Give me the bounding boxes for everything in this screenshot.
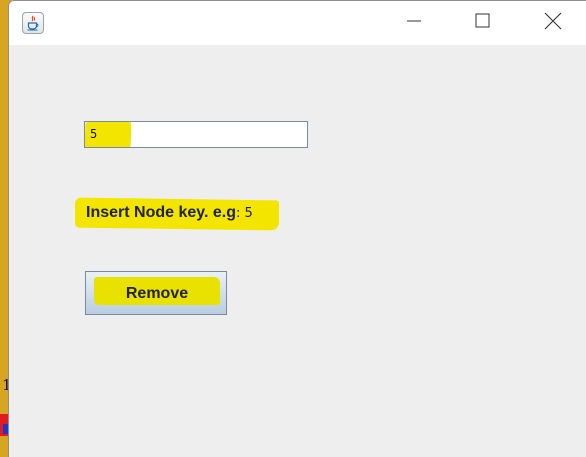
title-bar[interactable]	[9, 1, 586, 45]
instruction-label-container: Insert Node key. e.g: 5	[75, 196, 279, 231]
maximize-button[interactable]	[460, 1, 506, 45]
input-background	[131, 122, 307, 147]
content-panel: 5 Insert Node key. e.g: 5 Remove	[9, 45, 586, 457]
instruction-label-main: Insert Node key. e.g	[86, 204, 236, 221]
remove-button[interactable]: Remove	[85, 271, 227, 315]
close-icon	[544, 12, 562, 35]
key-input-container: 5	[84, 120, 308, 150]
instruction-label: Insert Node key. e.g: 5	[86, 204, 253, 222]
remove-button-label: Remove	[125, 285, 189, 302]
key-input-value: 5	[90, 127, 98, 141]
maximize-icon	[475, 13, 491, 34]
screen: 1 5 Insert Node key. e.g: 5 Remove	[0, 0, 586, 457]
java-icon[interactable]	[22, 12, 44, 34]
key-input[interactable]: 5	[84, 121, 308, 148]
minimize-icon	[407, 14, 421, 33]
minimize-button[interactable]	[391, 1, 437, 45]
instruction-label-example: : 5	[235, 206, 253, 221]
close-button[interactable]	[530, 1, 576, 45]
dialog-window: 5 Insert Node key. e.g: 5 Remove	[8, 0, 586, 457]
